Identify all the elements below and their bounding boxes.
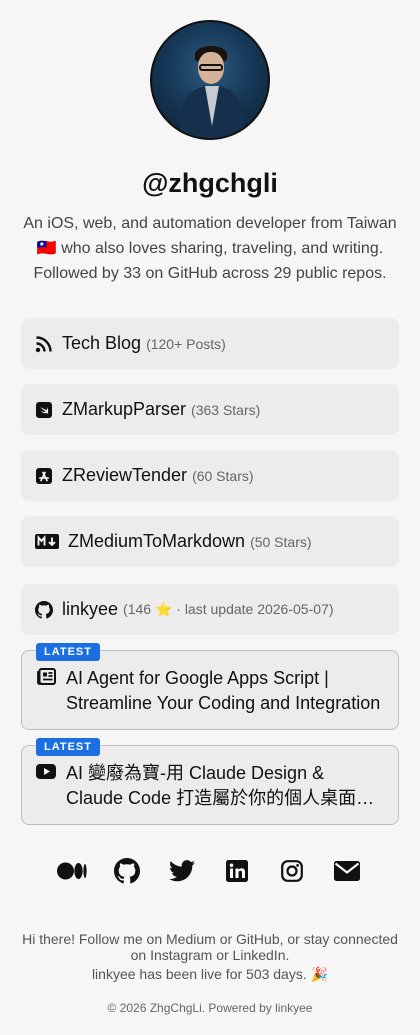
- latest-card[interactable]: LATEST AI Agent for Google Apps Script |…: [21, 643, 399, 730]
- twitter-icon[interactable]: [167, 856, 197, 886]
- link-title: ZReviewTender: [62, 465, 188, 485]
- link-meta: (120+ Posts): [146, 335, 226, 352]
- link-meta: (146 ⭐ · last update 2026-05-07): [123, 601, 334, 617]
- link-zmediumtomarkdown[interactable]: ZMediumToMarkdown (50 Stars): [21, 516, 399, 567]
- bio-line: Followed by 33 on GitHub across 29 publi…: [33, 265, 387, 282]
- link-title: Tech Blog: [62, 333, 142, 353]
- bio-line: 🇹🇼 who also loves sharing, traveling, an…: [36, 240, 384, 257]
- profile-bio: An iOS, web, and automation developer fr…: [16, 211, 404, 286]
- link-title: linkyee: [62, 599, 119, 619]
- youtube-icon: [36, 762, 56, 780]
- swift-icon: [35, 401, 53, 419]
- copyright: © 2026 ZhgChgLi. Powered by linkyee: [107, 1001, 313, 1015]
- link-title: ZMarkupParser: [62, 399, 187, 419]
- latest-badge: LATEST: [36, 643, 100, 661]
- rss-icon: [35, 335, 53, 353]
- instagram-icon[interactable]: [277, 856, 307, 886]
- link-meta: (60 Stars): [192, 467, 254, 484]
- linkedin-icon[interactable]: [222, 856, 252, 886]
- link-zmarkupparser[interactable]: ZMarkupParser (363 Stars): [21, 384, 399, 435]
- link-title: ZMediumToMarkdown: [68, 531, 246, 551]
- latest-badge: LATEST: [36, 738, 100, 756]
- link-meta: (363 Stars): [191, 401, 261, 418]
- latest-title: AI Agent for Google Apps Script | Stream…: [66, 668, 381, 713]
- github-icon[interactable]: [112, 856, 142, 886]
- link-zreviewtender[interactable]: ZReviewTender (60 Stars): [21, 450, 399, 501]
- mail-icon[interactable]: [332, 856, 362, 886]
- social-links: [0, 856, 420, 886]
- latest-title: AI 變廢為寶-用 Claude Design & Claude Code 打造…: [66, 763, 375, 808]
- bio-line: An iOS, web, and automation developer fr…: [23, 215, 397, 232]
- link-linkyee[interactable]: linkyee (146 ⭐ · last update 2026-05-07): [21, 584, 399, 635]
- avatar: [150, 20, 270, 140]
- live-days: linkyee has been live for 503 days. 🎉: [91, 966, 329, 982]
- medium-icon[interactable]: [57, 856, 87, 886]
- link-meta: (50 Stars): [250, 533, 312, 550]
- article-icon: [36, 667, 56, 685]
- footer-message: Hi there! Follow me on Medium or GitHub,…: [22, 931, 398, 963]
- app-store-icon: [35, 467, 53, 485]
- github-icon: [35, 600, 53, 619]
- link-tech-blog[interactable]: Tech Blog (120+ Posts): [21, 318, 399, 369]
- markdown-icon: [35, 533, 59, 551]
- latest-card[interactable]: LATEST AI 變廢為寶-用 Claude Design & Claude …: [21, 738, 399, 825]
- profile-handle: @zhgchgli: [142, 168, 278, 198]
